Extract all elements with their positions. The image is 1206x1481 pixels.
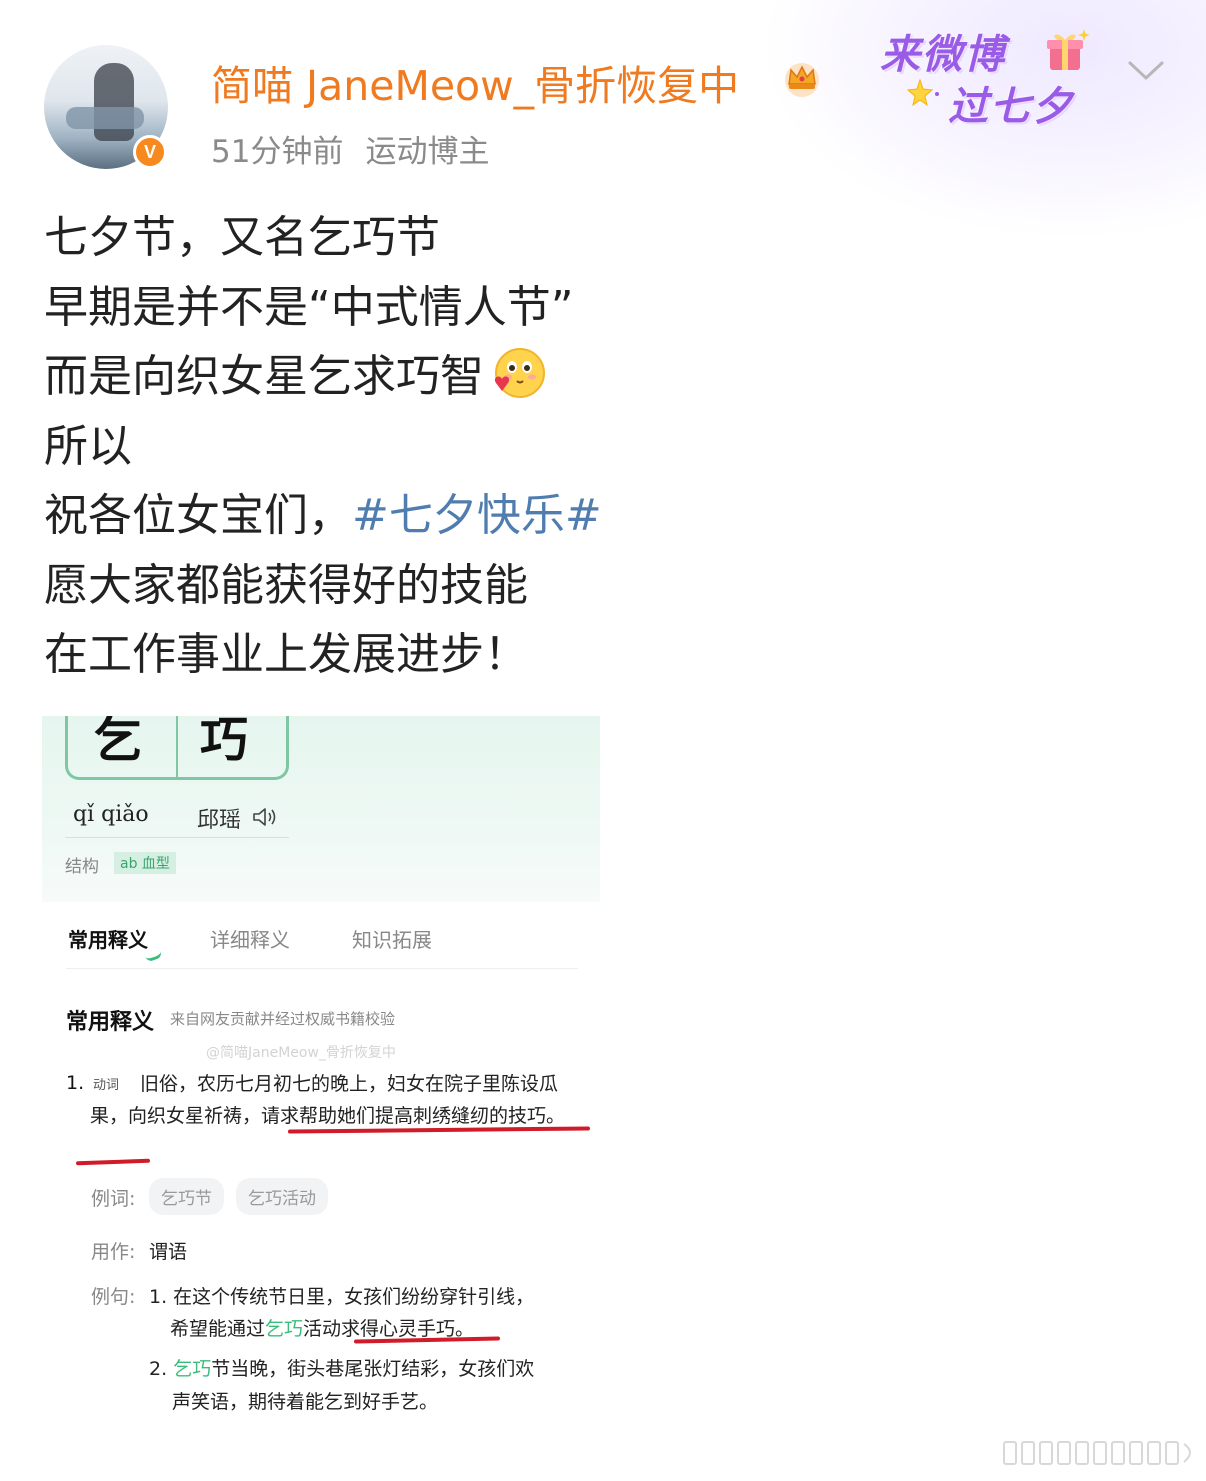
sentence-2-keyword: 乞巧	[173, 1358, 212, 1380]
emoji-icon	[494, 348, 545, 398]
tab-active-indicator	[145, 951, 163, 963]
chevron-down-icon[interactable]	[1126, 54, 1166, 88]
char-box-divider	[176, 716, 178, 778]
tab-knowledge[interactable]: 知识拓展	[352, 924, 432, 953]
example-word-chip-1[interactable]: 乞巧节	[149, 1178, 224, 1215]
post-line-5-text: 祝各位女宝们，	[44, 490, 352, 541]
post-line-5: 祝各位女宝们，#七夕快乐#	[44, 481, 602, 551]
post-line-6: 愿大家都能获得好的技能	[44, 559, 528, 611]
red-underline-2	[75, 1158, 151, 1166]
avatar-figure-arm	[66, 107, 144, 129]
sentence-1-pre: 希望能通过	[170, 1318, 266, 1340]
tab-detailed[interactable]: 详细释义	[210, 924, 290, 953]
hashtag-link[interactable]: #七夕快乐#	[352, 490, 602, 541]
example-word-chip-2[interactable]: 乞巧活动	[236, 1178, 328, 1215]
char-2: 巧	[200, 716, 249, 768]
post-line-2: 早期是并不是“中式情人节”	[44, 281, 574, 333]
pinyin: qǐ qiǎo	[73, 802, 149, 827]
homophone: 邱瑶	[197, 808, 242, 833]
tabs-divider	[66, 968, 578, 969]
structure-label: 结构	[65, 857, 99, 877]
dict-tabs: 常用释义 详细释义 知识拓展	[42, 924, 600, 970]
star-icon	[906, 78, 939, 107]
sentence-2-text: 节当晚，街头巷尾张灯结彩，女孩们欢	[211, 1358, 535, 1380]
crown-icon	[785, 63, 819, 97]
post-line-3: 而是向织女星乞求巧智	[44, 342, 602, 412]
weibo-watermark-icon	[1003, 1441, 1191, 1465]
structure-tag: ab 血型	[114, 852, 176, 874]
event-badge-line2: 过七夕	[948, 84, 1074, 130]
sentence-1-keyword: 乞巧	[265, 1318, 304, 1340]
post-line-4: 所以	[44, 420, 132, 472]
gift-icon	[1047, 29, 1090, 70]
example-sentence-1-line2: 希望能通过乞巧活动求得心灵手巧。	[170, 1314, 474, 1341]
example-sentence-2-line1: 2. 乞巧节当晚，街头巷尾张灯结彩，女孩们欢	[149, 1354, 534, 1381]
post-time: 51分钟前	[211, 134, 344, 170]
post-text: 七夕节，又名乞巧节 早期是并不是“中式情人节” 而是向织女星乞求巧智 所以 祝各…	[44, 203, 602, 690]
example-sentences-label: 例句:	[91, 1286, 136, 1308]
post-line-1: 七夕节，又名乞巧节	[44, 212, 440, 263]
char-1: 乞	[94, 716, 143, 768]
example-words-label: 例词:	[91, 1188, 136, 1210]
avatar-figure	[94, 63, 134, 141]
usage-label: 用作:	[91, 1241, 136, 1263]
event-badge[interactable]: 来微博 过七夕	[876, 18, 1112, 130]
post-meta: 51分钟前 运动博主	[211, 126, 489, 171]
post-line-7: 在工作事业上发展进步！	[44, 629, 528, 680]
tab-common[interactable]: 常用释义	[68, 924, 148, 953]
definition-number: 1.	[66, 1072, 85, 1094]
post-image[interactable]: 乞 巧 qǐ qiǎo 邱瑶 结构 ab 血型 常用释义 详细释义 知识拓展 常…	[42, 716, 600, 1466]
event-badge-line1: 来微博	[880, 32, 1006, 78]
usage-value: 谓语	[149, 1241, 188, 1263]
username[interactable]: 简喵 JaneMeow_骨折恢复中	[211, 52, 739, 112]
verified-badge: V	[133, 135, 167, 169]
dict-divider	[65, 837, 289, 838]
section-title: 常用释义	[66, 1010, 155, 1035]
dict-header: 乞 巧 qǐ qiǎo 邱瑶 结构 ab 血型	[42, 716, 600, 902]
definition-text: 旧俗，农历七月初七的晚上，妇女在院子里陈设瓜果，向织女星祈祷，请求帮助她们提高刺…	[90, 1073, 566, 1127]
char-box: 乞 巧	[65, 716, 289, 780]
example-sentence-2-line2: 声笑语，期待着能乞到好手艺。	[172, 1391, 439, 1413]
speaker-icon[interactable]	[252, 806, 278, 828]
post-line-3-text: 而是向织女星乞求巧智	[44, 351, 484, 402]
sentence-2-num: 2.	[149, 1358, 168, 1380]
user-tag[interactable]: 运动博主	[365, 134, 489, 170]
image-watermark: @简喵JaneMeow_骨折恢复中	[206, 1045, 396, 1061]
section-subtitle: 来自网友贡献并经过权威书籍校验	[170, 1010, 396, 1028]
example-sentence-1-line1: 1. 在这个传统节日里，女孩们纷纷穿针引线，	[149, 1286, 535, 1308]
